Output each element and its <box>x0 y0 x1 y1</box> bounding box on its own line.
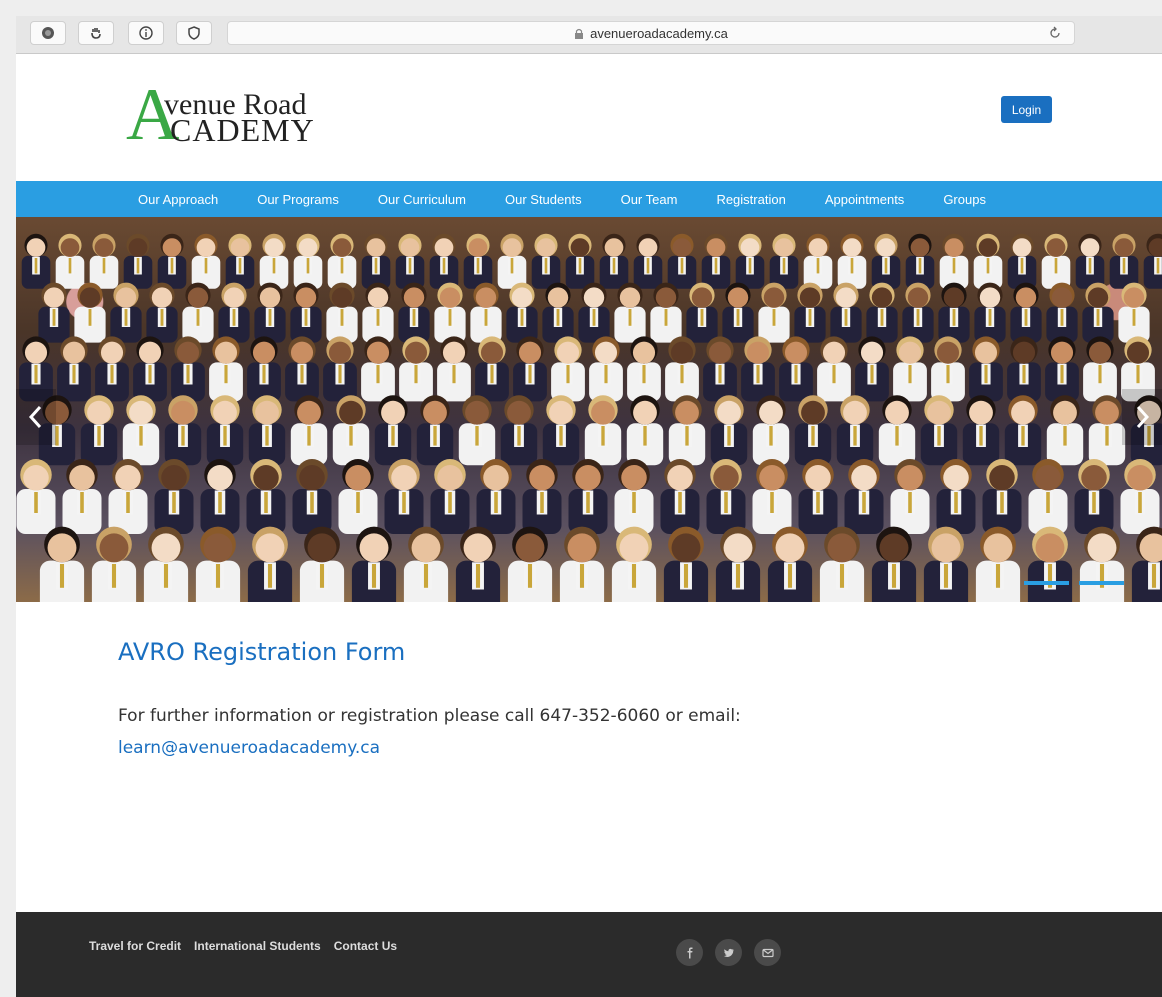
email-icon[interactable] <box>754 939 781 966</box>
browser-toolbar: avenueroadacademy.ca <box>16 16 1162 54</box>
nav-item-our-programs[interactable]: Our Programs <box>257 192 339 207</box>
site-footer: Travel for Credit International Students… <box>16 912 1162 997</box>
browser-window: avenueroadacademy.ca A venue Road CADEMY… <box>16 16 1162 997</box>
info-text: For further information or registration … <box>118 706 741 726</box>
nav-item-our-team[interactable]: Our Team <box>621 192 678 207</box>
carousel-dot[interactable] <box>1079 581 1124 585</box>
url-text: avenueroadacademy.ca <box>590 25 728 41</box>
page-title: AVRO Registration Form <box>118 638 406 666</box>
footer-link-international-students[interactable]: International Students <box>194 939 321 953</box>
nav-item-groups[interactable]: Groups <box>943 192 986 207</box>
footer-link-travel-for-credit[interactable]: Travel for Credit <box>89 939 181 953</box>
lock-icon <box>575 28 584 39</box>
nav-item-appointments[interactable]: Appointments <box>825 192 905 207</box>
social-links <box>676 939 781 966</box>
record-icon[interactable] <box>30 21 66 45</box>
address-bar[interactable]: avenueroadacademy.ca <box>227 21 1075 45</box>
carousel-dot[interactable] <box>1024 581 1069 585</box>
hand-icon[interactable] <box>78 21 114 45</box>
logo-line2: CADEMY <box>170 112 315 148</box>
main-nav: Our Approach Our Programs Our Curriculum… <box>16 181 1162 217</box>
site-header: A venue Road CADEMY Login <box>16 54 1162 180</box>
nav-item-our-approach[interactable]: Our Approach <box>138 192 218 207</box>
hero-carousel <box>16 217 1162 602</box>
nav-item-registration[interactable]: Registration <box>716 192 785 207</box>
carousel-indicators <box>1024 581 1124 585</box>
shield-icon[interactable] <box>176 21 212 45</box>
email-link[interactable]: learn@avenueroadacademy.ca <box>118 738 380 758</box>
hero-photo <box>16 233 1162 602</box>
chevron-left-icon[interactable] <box>16 389 56 445</box>
nav-item-our-students[interactable]: Our Students <box>505 192 582 207</box>
chevron-right-icon[interactable] <box>1122 389 1162 445</box>
main-content: AVRO Registration Form For further infor… <box>118 638 1018 758</box>
info-icon[interactable] <box>128 21 164 45</box>
reload-icon[interactable] <box>1048 26 1062 40</box>
footer-links: Travel for Credit International Students… <box>89 939 397 953</box>
twitter-icon[interactable] <box>715 939 742 966</box>
footer-link-contact-us[interactable]: Contact Us <box>334 939 397 953</box>
nav-item-our-curriculum[interactable]: Our Curriculum <box>378 192 466 207</box>
site-logo[interactable]: A venue Road CADEMY <box>126 78 366 154</box>
facebook-icon[interactable] <box>676 939 703 966</box>
login-button[interactable]: Login <box>1001 96 1052 123</box>
